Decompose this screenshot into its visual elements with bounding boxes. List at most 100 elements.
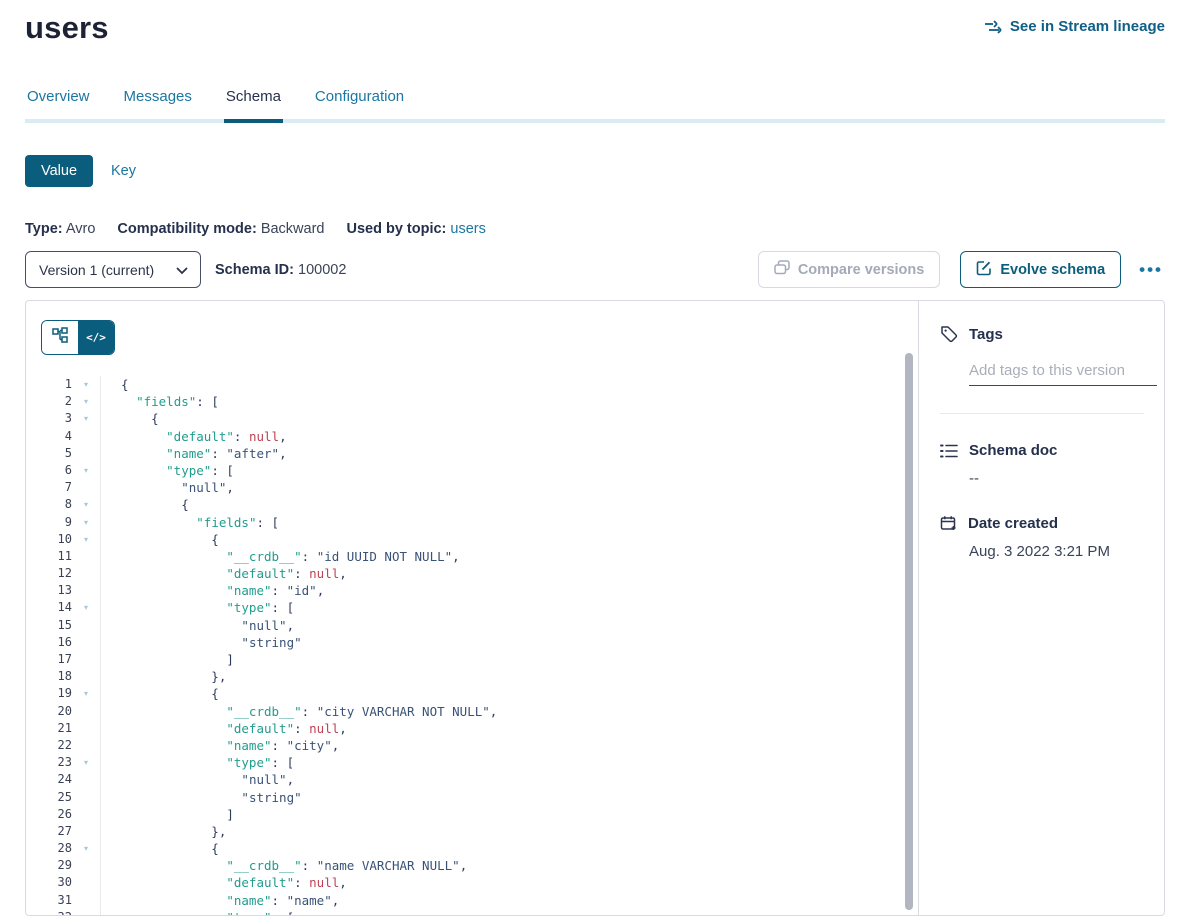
line-number: 7: [41, 479, 81, 496]
line-number: 21: [41, 720, 81, 737]
line-number: 20: [41, 703, 81, 720]
page-title: users: [25, 10, 109, 46]
code-line: 2▾ "fields": [: [41, 393, 918, 410]
compat-pair: Compatibility mode: Backward: [117, 221, 324, 237]
line-number: 16: [41, 634, 81, 651]
schema-meta-row: Type: Avro Compatibility mode: Backward …: [25, 221, 1189, 237]
date-created-value: Aug. 3 2022 3:21 PM: [969, 543, 1144, 560]
fold-arrow-icon[interactable]: ▾: [81, 462, 101, 479]
tab-configuration[interactable]: Configuration: [313, 88, 406, 123]
line-number: 6: [41, 462, 81, 479]
fold-spacer: [81, 565, 101, 582]
fold-arrow-icon[interactable]: ▾: [81, 514, 101, 531]
code-line: 22 "name": "city",: [41, 737, 918, 754]
fold-spacer: [81, 857, 101, 874]
code-line: 26 ]: [41, 806, 918, 823]
code-text: },: [101, 668, 226, 685]
code-line: 1▾{: [41, 376, 918, 393]
value-toggle-button[interactable]: Value: [25, 155, 93, 187]
schema-id: Schema ID: 100002: [215, 262, 346, 278]
line-number: 26: [41, 806, 81, 823]
date-created-section: Date created Aug. 3 2022 3:21 PM: [940, 515, 1144, 560]
fold-arrow-icon[interactable]: ▾: [81, 909, 101, 915]
code-text: "type": [: [101, 754, 294, 771]
line-number: 4: [41, 428, 81, 445]
fold-spacer: [81, 789, 101, 806]
compat-value: Backward: [261, 221, 325, 237]
code-text: ]: [101, 806, 234, 823]
tab-schema[interactable]: Schema: [224, 88, 283, 123]
line-number: 19: [41, 685, 81, 702]
line-number: 18: [41, 668, 81, 685]
code-text: "default": null,: [101, 428, 287, 445]
schema-id-value: 100002: [298, 262, 346, 278]
fold-arrow-icon[interactable]: ▾: [81, 496, 101, 513]
fold-arrow-icon[interactable]: ▾: [81, 376, 101, 393]
version-select[interactable]: Version 1 (current): [25, 251, 201, 288]
line-number: 5: [41, 445, 81, 462]
topic-label: Used by topic:: [346, 221, 446, 237]
code-text: "type": [: [101, 909, 294, 915]
more-actions-button[interactable]: •••: [1137, 255, 1165, 284]
code-line: 5 "name": "after",: [41, 445, 918, 462]
code-view-button[interactable]: </>: [78, 321, 114, 354]
tree-view-button[interactable]: [42, 321, 78, 354]
code-line: 6▾ "type": [: [41, 462, 918, 479]
line-number: 14: [41, 599, 81, 616]
code-line: 30 "default": null,: [41, 874, 918, 891]
code-text: "type": [: [101, 462, 234, 479]
fold-arrow-icon[interactable]: ▾: [81, 685, 101, 702]
code-line: 17 ]: [41, 651, 918, 668]
code-text: "__crdb__": "id UUID NOT NULL",: [101, 548, 460, 565]
code-line: 16 "string": [41, 634, 918, 651]
fold-arrow-icon[interactable]: ▾: [81, 410, 101, 427]
code-text: "name": "after",: [101, 445, 287, 462]
stream-lineage-label: See in Stream lineage: [1010, 18, 1165, 35]
line-number: 23: [41, 754, 81, 771]
fold-arrow-icon[interactable]: ▾: [81, 393, 101, 410]
code-text: "__crdb__": "city VARCHAR NOT NULL",: [101, 703, 497, 720]
line-number: 25: [41, 789, 81, 806]
stream-lineage-link[interactable]: See in Stream lineage: [984, 18, 1165, 35]
tags-title: Tags: [969, 326, 1003, 343]
code-line: 23▾ "type": [: [41, 754, 918, 771]
fold-spacer: [81, 703, 101, 720]
tab-overview[interactable]: Overview: [25, 88, 92, 123]
topic-pair: Used by topic: users: [346, 221, 485, 237]
chevron-down-icon: [176, 262, 188, 278]
fold-arrow-icon[interactable]: ▾: [81, 531, 101, 548]
code-text: "string": [101, 634, 302, 651]
fold-spacer: [81, 823, 101, 840]
code-text: {: [101, 496, 189, 513]
tab-bar: Overview Messages Schema Configuration: [25, 88, 1165, 123]
date-created-header: Date created: [940, 515, 1144, 532]
topic-link[interactable]: users: [450, 221, 485, 237]
tags-input[interactable]: [969, 360, 1157, 386]
date-created-title: Date created: [968, 515, 1058, 532]
code-line: 21 "default": null,: [41, 720, 918, 737]
code-text: {: [101, 685, 219, 702]
code-text: "name": "name",: [101, 892, 339, 909]
code-line: 15 "null",: [41, 617, 918, 634]
code-text: "fields": [: [101, 393, 219, 410]
code-line: 20 "__crdb__": "city VARCHAR NOT NULL",: [41, 703, 918, 720]
version-bar: Version 1 (current) Schema ID: 100002 Co…: [25, 251, 1165, 288]
fold-arrow-icon[interactable]: ▾: [81, 754, 101, 771]
tab-messages[interactable]: Messages: [122, 88, 194, 123]
evolve-schema-button[interactable]: Evolve schema: [960, 251, 1121, 288]
key-toggle-button[interactable]: Key: [107, 155, 152, 187]
compat-label: Compatibility mode:: [117, 221, 256, 237]
line-number: 30: [41, 874, 81, 891]
fold-spacer: [81, 892, 101, 909]
fold-arrow-icon[interactable]: ▾: [81, 840, 101, 857]
compare-versions-button[interactable]: Compare versions: [758, 251, 941, 288]
fold-arrow-icon[interactable]: ▾: [81, 599, 101, 616]
type-pair: Type: Avro: [25, 221, 95, 237]
line-number: 22: [41, 737, 81, 754]
line-number: 31: [41, 892, 81, 909]
scrollbar-thumb[interactable]: [905, 353, 913, 910]
code-text: "default": null,: [101, 565, 347, 582]
code-line: 7 "null",: [41, 479, 918, 496]
code-line: 10▾ {: [41, 531, 918, 548]
schema-doc-section: Schema doc --: [940, 442, 1144, 487]
